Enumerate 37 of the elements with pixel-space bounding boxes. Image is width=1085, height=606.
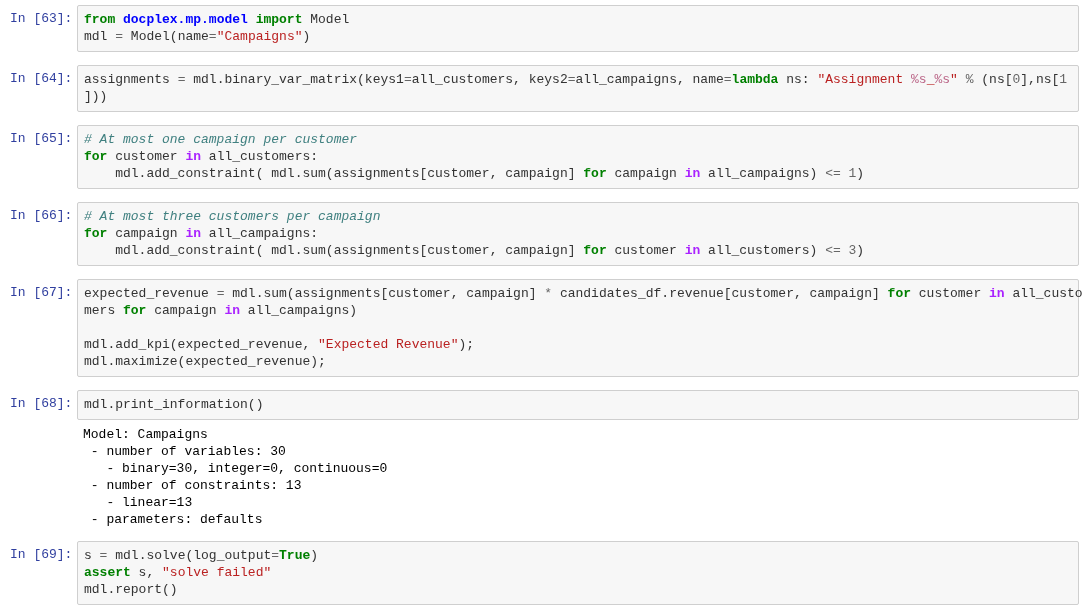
code-cell[interactable]: # At most three customers per campaign for campaign in all_campaigns: mdl.add_constraint( mdl.sum(assignments[customer, campaign] for customer in all_customers) <= 3) — [77, 202, 1079, 266]
code-cell[interactable]: from docplex.mp.model import Model mdl = Model(name="Campaigns") — [77, 5, 1079, 52]
cell-prompt: In [63]: — [9, 10, 74, 27]
code-line: mdl.add_constraint( mdl.sum(assignments[customer, campaign] for campaign in all_campaigns) <= 1) — [114, 165, 865, 182]
code-line: mdl.maximize(expected_revenue); — [84, 353, 326, 370]
code-line: mdl.report() — [84, 581, 178, 598]
code-line: # At most one campaign per customer — [84, 131, 358, 148]
output-line: - parameters: defaults — [89, 511, 263, 528]
code-line: s = mdl.solve(log_output=True) — [84, 547, 319, 564]
code-cell[interactable]: assignments = mdl.binary_var_matrix(keys1=all_customers, keys2=all_campaigns, name=lambda ns: "Assignment %s_%s" % (ns[0],ns[1 ])) — [77, 65, 1079, 112]
cell-prompt: In [66]: — [9, 207, 74, 224]
code-line: # At most three customers per campaign — [84, 208, 381, 225]
code-line: from docplex.mp.model import Model — [84, 11, 350, 28]
code-line: ])) — [84, 88, 108, 105]
code-cell[interactable]: mdl.print_information() — [77, 390, 1079, 420]
code-line: assert s, "solve failed" — [84, 564, 272, 581]
output-line: Model: Campaigns — [83, 426, 208, 443]
output-line: - binary=30, integer=0, continuous=0 — [105, 460, 388, 477]
cell-prompt: In [69]: — [9, 546, 74, 563]
cell-prompt: In [67]: — [9, 284, 74, 301]
code-line: mdl = Model(name="Campaigns") — [84, 28, 311, 45]
code-line: mdl.add_constraint( mdl.sum(assignments[customer, campaign] for customer in all_customers) <= 3) — [114, 242, 865, 259]
code-line: expected_revenue = mdl.sum(assignments[customer, campaign] * candidates_df.revenue[customer, campaign] for customer in all_custo — [84, 285, 1083, 302]
cell-prompt: In [68]: — [9, 395, 74, 412]
code-line: mdl.add_kpi(expected_revenue, "Expected Revenue"); — [84, 336, 475, 353]
code-cell[interactable]: # At most one campaign per customer for customer in all_customers: mdl.add_constraint( mdl.sum(assignments[customer, campaign] for campaign in all_campaigns) <= 1) — [77, 125, 1079, 189]
code-line: assignments = mdl.binary_var_matrix(keys1=all_customers, keys2=all_campaigns, name=lambda ns: "Assignment %s_%s" % (ns[0],ns[1 — [84, 71, 1068, 88]
code-line: mers for campaign in all_campaigns) — [84, 302, 358, 319]
output-line: - number of variables: 30 — [89, 443, 286, 460]
output-line: - linear=13 — [105, 494, 193, 511]
code-line: mdl.print_information() — [84, 396, 264, 413]
code-cell[interactable]: s = mdl.solve(log_output=True) assert s, "solve failed" mdl.report() — [77, 541, 1079, 605]
cell-prompt: In [65]: — [9, 130, 74, 147]
code-line: for customer in all_customers: — [84, 148, 319, 165]
code-line: for campaign in all_campaigns: — [84, 225, 319, 242]
output-line: - number of constraints: 13 — [89, 477, 302, 494]
cell-prompt: In [64]: — [9, 70, 74, 87]
